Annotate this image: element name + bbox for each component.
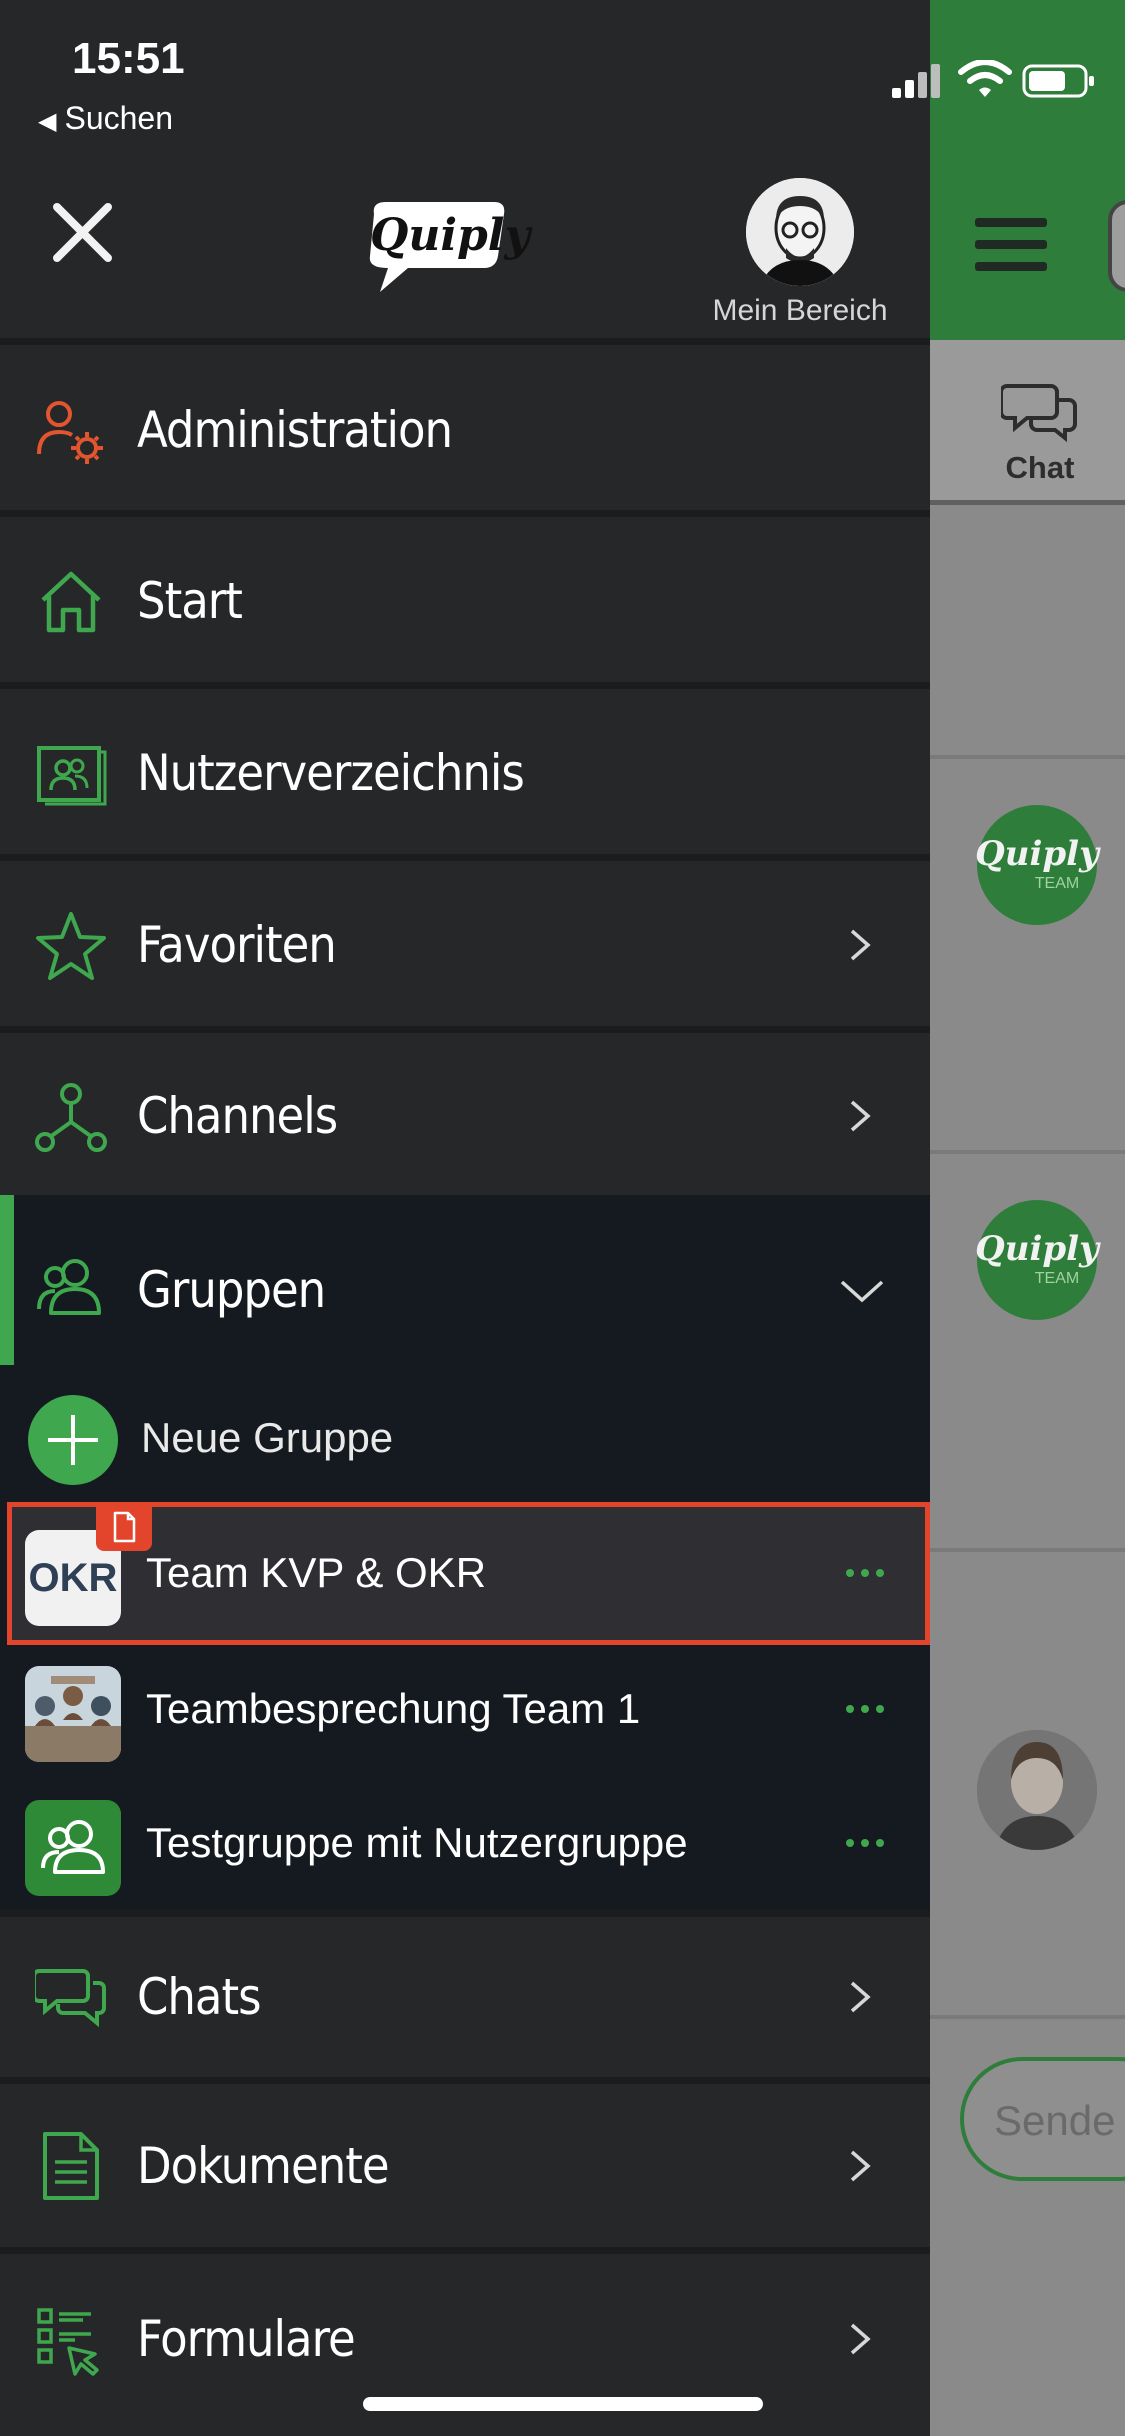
menu-label-chats: Chats bbox=[137, 1968, 262, 2026]
star-icon bbox=[36, 912, 106, 980]
back-label: Suchen bbox=[64, 100, 173, 136]
divider bbox=[0, 1910, 930, 1917]
chat-bubbles-icon bbox=[35, 1969, 106, 2028]
document-icon bbox=[43, 2132, 99, 2200]
menu-label-forms: Formulare bbox=[137, 2310, 356, 2368]
user-gear-icon bbox=[37, 401, 103, 464]
bg-person-avatar bbox=[977, 1730, 1097, 1850]
group-name: Team KVP & OKR bbox=[146, 1549, 487, 1596]
plus-icon bbox=[28, 1395, 118, 1485]
menu-item-start[interactable]: Start bbox=[0, 520, 930, 682]
bg-divider bbox=[930, 755, 1125, 759]
menu-label-directory: Nutzerverzeichnis bbox=[137, 744, 525, 802]
quiply-logo: Quiply bbox=[360, 198, 531, 298]
menu-item-directory[interactable]: Nutzerverzeichnis bbox=[0, 692, 930, 854]
group-thumbnail bbox=[25, 1666, 121, 1762]
bg-avatar-text: Quiply bbox=[975, 1229, 1099, 1269]
menu-label-groups: Gruppen bbox=[137, 1261, 326, 1319]
bg-divider bbox=[930, 1150, 1125, 1154]
home-icon bbox=[41, 571, 101, 633]
chat-bubbles-icon bbox=[999, 384, 1077, 443]
menu-label-documents: Dokumente bbox=[137, 2136, 390, 2195]
more-options-icon[interactable] bbox=[845, 1704, 885, 1714]
group-name: Teambesprechung Team 1 bbox=[146, 1685, 641, 1732]
menu-item-channels[interactable]: Channels bbox=[0, 1036, 930, 1195]
status-bar: 15:51 ◀ Suchen bbox=[0, 0, 930, 160]
document-badge-icon bbox=[96, 1505, 152, 1551]
battery-icon bbox=[1022, 64, 1094, 98]
menu-item-chats[interactable]: Chats bbox=[0, 1917, 930, 2077]
bg-tab-chat[interactable]: Chat bbox=[990, 380, 1090, 486]
network-icon bbox=[35, 1083, 107, 1152]
chevron-down-icon bbox=[840, 1280, 884, 1303]
bg-avatar-sub: TEAM bbox=[1034, 875, 1080, 892]
profile-label: Mein Bereich bbox=[712, 294, 888, 327]
divider bbox=[0, 338, 930, 345]
more-options-icon[interactable] bbox=[845, 1838, 885, 1848]
chevron-right-icon bbox=[850, 929, 871, 961]
bg-avatar-sub: TEAM bbox=[1034, 1270, 1080, 1287]
contact-card-icon bbox=[37, 746, 107, 806]
form-list-icon bbox=[37, 2308, 99, 2376]
bg-divider bbox=[930, 1548, 1125, 1552]
chevron-right-icon bbox=[850, 1981, 871, 2013]
bg-tabbar: Chat bbox=[930, 340, 1125, 505]
users-icon bbox=[37, 1259, 101, 1315]
wifi-icon bbox=[958, 60, 1012, 97]
menu-label-administration: Administration bbox=[137, 401, 453, 459]
menu-item-groups[interactable]: Gruppen bbox=[0, 1205, 930, 1375]
bg-send-input[interactable]: Sende bbox=[960, 2057, 1125, 2181]
divider bbox=[0, 2077, 930, 2084]
menu-label-channels: Channels bbox=[137, 1086, 338, 1145]
new-group-label: Neue Gruppe bbox=[141, 1413, 394, 1461]
divider bbox=[0, 1026, 930, 1033]
divider bbox=[0, 2247, 930, 2254]
bg-divider bbox=[930, 2015, 1125, 2019]
new-group-button[interactable]: Neue Gruppe bbox=[0, 1385, 930, 1490]
bg-avatar-text: Quiply bbox=[975, 834, 1099, 874]
chevron-right-icon bbox=[850, 2150, 871, 2181]
drawer-header: Quiply Mein Bereich bbox=[0, 160, 930, 338]
back-to-search-link[interactable]: ◀ Suchen bbox=[38, 100, 173, 137]
menu-label-favorites: Favoriten bbox=[137, 916, 337, 974]
group-item-testgruppe[interactable]: Testgruppe mit Nutzergruppe bbox=[0, 1778, 930, 1908]
signal-icon bbox=[892, 64, 940, 98]
bg-group-avatar: Quiply TEAM bbox=[975, 1200, 1099, 1320]
profile-area[interactable]: Mein Bereich bbox=[700, 178, 900, 328]
background-app: Chat Quiply TEAM Quiply TEAM Sende bbox=[930, 0, 1125, 2436]
bg-tab-chat-label: Chat bbox=[1005, 450, 1075, 485]
hamburger-icon[interactable] bbox=[975, 218, 1047, 272]
status-icons bbox=[890, 60, 1100, 100]
group-thumb-text: OKR bbox=[28, 1556, 118, 1600]
menu-item-favorites[interactable]: Favoriten bbox=[0, 864, 930, 1026]
divider bbox=[0, 510, 930, 517]
bg-app-header bbox=[930, 0, 1125, 340]
navigation-drawer: 15:51 ◀ Suchen Quiply Mein Bereich Admin… bbox=[0, 0, 930, 2436]
bg-header-pill bbox=[1108, 200, 1125, 292]
divider bbox=[0, 854, 930, 861]
group-name: Testgruppe mit Nutzergruppe bbox=[146, 1819, 688, 1866]
more-options-icon[interactable] bbox=[845, 1568, 885, 1578]
home-indicator[interactable] bbox=[363, 2397, 763, 2411]
chevron-right-icon bbox=[850, 2323, 871, 2355]
chevron-right-icon bbox=[850, 1100, 871, 1131]
group-thumbnail bbox=[25, 1800, 121, 1896]
back-triangle-icon: ◀ bbox=[38, 108, 57, 135]
bg-group-avatar: Quiply TEAM bbox=[975, 805, 1099, 925]
divider bbox=[0, 682, 930, 689]
menu-label-start: Start bbox=[137, 572, 243, 630]
status-time: 15:51 bbox=[72, 34, 185, 83]
logo-text: Quiply bbox=[370, 210, 531, 261]
menu-item-administration[interactable]: Administration bbox=[0, 350, 930, 510]
profile-avatar bbox=[746, 178, 854, 286]
close-icon[interactable] bbox=[45, 195, 120, 270]
group-item-teambesprechung[interactable]: Teambesprechung Team 1 bbox=[0, 1644, 930, 1774]
menu-item-documents[interactable]: Dokumente bbox=[0, 2084, 930, 2247]
